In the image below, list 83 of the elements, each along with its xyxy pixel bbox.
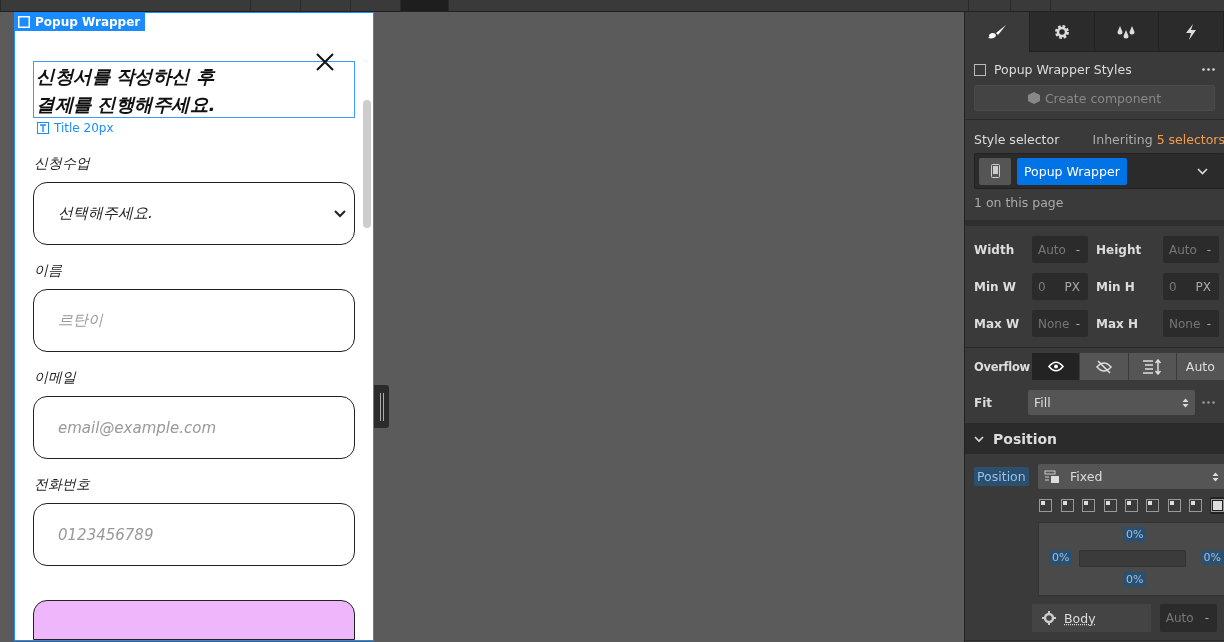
resize-handle[interactable] <box>374 385 389 428</box>
position-preset[interactable] <box>1145 497 1161 514</box>
relative-to-button[interactable]: Body <box>1032 604 1151 632</box>
chevron-down-icon <box>1197 167 1208 175</box>
offset-value[interactable]: 0% <box>1200 550 1224 565</box>
size-input[interactable]: Auto - <box>1032 236 1088 263</box>
position-label: Position <box>974 467 1029 486</box>
fit-label: Fit <box>974 395 994 410</box>
size-label: Width <box>974 242 1016 257</box>
position-preset[interactable] <box>1080 497 1097 514</box>
size-input[interactable]: 0 PX <box>1032 273 1088 300</box>
square-icon <box>18 16 30 28</box>
overflow-option[interactable] <box>1128 353 1177 380</box>
bolt-icon <box>1185 23 1198 40</box>
up-down-icon <box>1212 471 1219 482</box>
drops-icon <box>1116 24 1137 39</box>
more-icon[interactable] <box>1202 401 1215 404</box>
input-field[interactable]: 르탄이 <box>33 289 355 352</box>
device-button[interactable] <box>979 157 1011 185</box>
selector-chip[interactable]: Popup Wrapper <box>1017 157 1127 185</box>
settings-icon <box>1052 22 1071 41</box>
styles-title: Popup Wrapper Styles <box>994 62 1132 77</box>
size-input[interactable]: None - <box>1163 310 1219 337</box>
position-select[interactable]: Fixed <box>1038 464 1224 489</box>
select-field[interactable]: 선택해주세요. <box>33 182 355 245</box>
offset-value[interactable]: 0% <box>1123 572 1147 587</box>
size-input[interactable]: 0 PX <box>1163 273 1219 300</box>
overflow-option[interactable] <box>1080 353 1129 380</box>
size-label: Max H <box>1096 316 1139 331</box>
overflow-option[interactable] <box>1032 353 1081 380</box>
position-preset[interactable] <box>1166 497 1183 514</box>
field-label: 이메일 <box>34 369 78 387</box>
brush-icon <box>986 24 1007 40</box>
panel-tab[interactable] <box>1094 12 1160 52</box>
offset-value[interactable]: 0% <box>1049 550 1073 565</box>
auto-label: Auto <box>1185 359 1215 374</box>
phone-icon <box>990 164 1000 178</box>
size-input[interactable]: Auto - <box>1163 236 1219 263</box>
input-field[interactable]: email@example.com <box>33 396 355 459</box>
scrollbar-thumb[interactable] <box>363 100 371 228</box>
checkbox[interactable] <box>974 63 986 76</box>
size-label: Min W <box>974 279 1017 294</box>
chevron-down-icon <box>334 209 346 218</box>
cube-icon <box>1027 92 1040 104</box>
scroll-icon <box>1142 358 1163 375</box>
field-label: 신청수업 <box>34 155 92 173</box>
offset-value[interactable]: 0% <box>1123 527 1147 542</box>
panel-tab[interactable] <box>1029 12 1095 52</box>
size-label: Min H <box>1096 279 1136 294</box>
size-input[interactable]: None - <box>1032 310 1088 337</box>
text-icon <box>37 122 49 134</box>
position-preset[interactable] <box>1209 497 1224 514</box>
close-icon[interactable] <box>315 52 335 72</box>
crosshair-icon <box>1042 611 1056 625</box>
submit-button[interactable] <box>33 600 355 640</box>
overflow-option[interactable]: Auto <box>1176 353 1224 380</box>
layout-icon <box>1044 470 1060 483</box>
inheriting-text: Inheriting 5 selectors <box>1092 132 1224 147</box>
more-icon[interactable] <box>1202 68 1215 71</box>
usage-count: 1 on this page <box>974 195 1065 210</box>
field-label: 이름 <box>34 262 63 280</box>
overflow-label: Overflow <box>974 359 1031 374</box>
position-preset[interactable] <box>1188 497 1204 514</box>
popup-title: 결제를 진행해주세요. <box>36 93 216 117</box>
selector-field[interactable]: Popup Wrapper <box>974 153 1224 189</box>
size-label: Max W <box>974 316 1021 331</box>
eye-off-icon <box>1095 359 1112 374</box>
z-index-input[interactable]: Auto - <box>1159 604 1217 632</box>
position-preset[interactable] <box>1059 497 1075 514</box>
size-label: Height <box>1096 242 1143 257</box>
tag-label: Title 20px <box>54 121 114 135</box>
fit-select[interactable]: Fill <box>1028 390 1195 415</box>
position-preset[interactable] <box>1038 497 1054 514</box>
position-preset[interactable] <box>1102 497 1118 514</box>
position-preset[interactable] <box>1123 497 1140 514</box>
badge-label: Popup Wrapper <box>35 15 141 29</box>
section-header[interactable]: Position <box>965 424 1224 454</box>
input-field[interactable]: 0123456789 <box>33 503 355 566</box>
selector-label: Style selector <box>974 132 1060 147</box>
field-label: 전화번호 <box>34 476 91 494</box>
popup-title: 신청서를 작성하신 후 <box>36 65 217 89</box>
up-down-icon <box>1182 397 1189 408</box>
eye-icon <box>1047 361 1064 372</box>
